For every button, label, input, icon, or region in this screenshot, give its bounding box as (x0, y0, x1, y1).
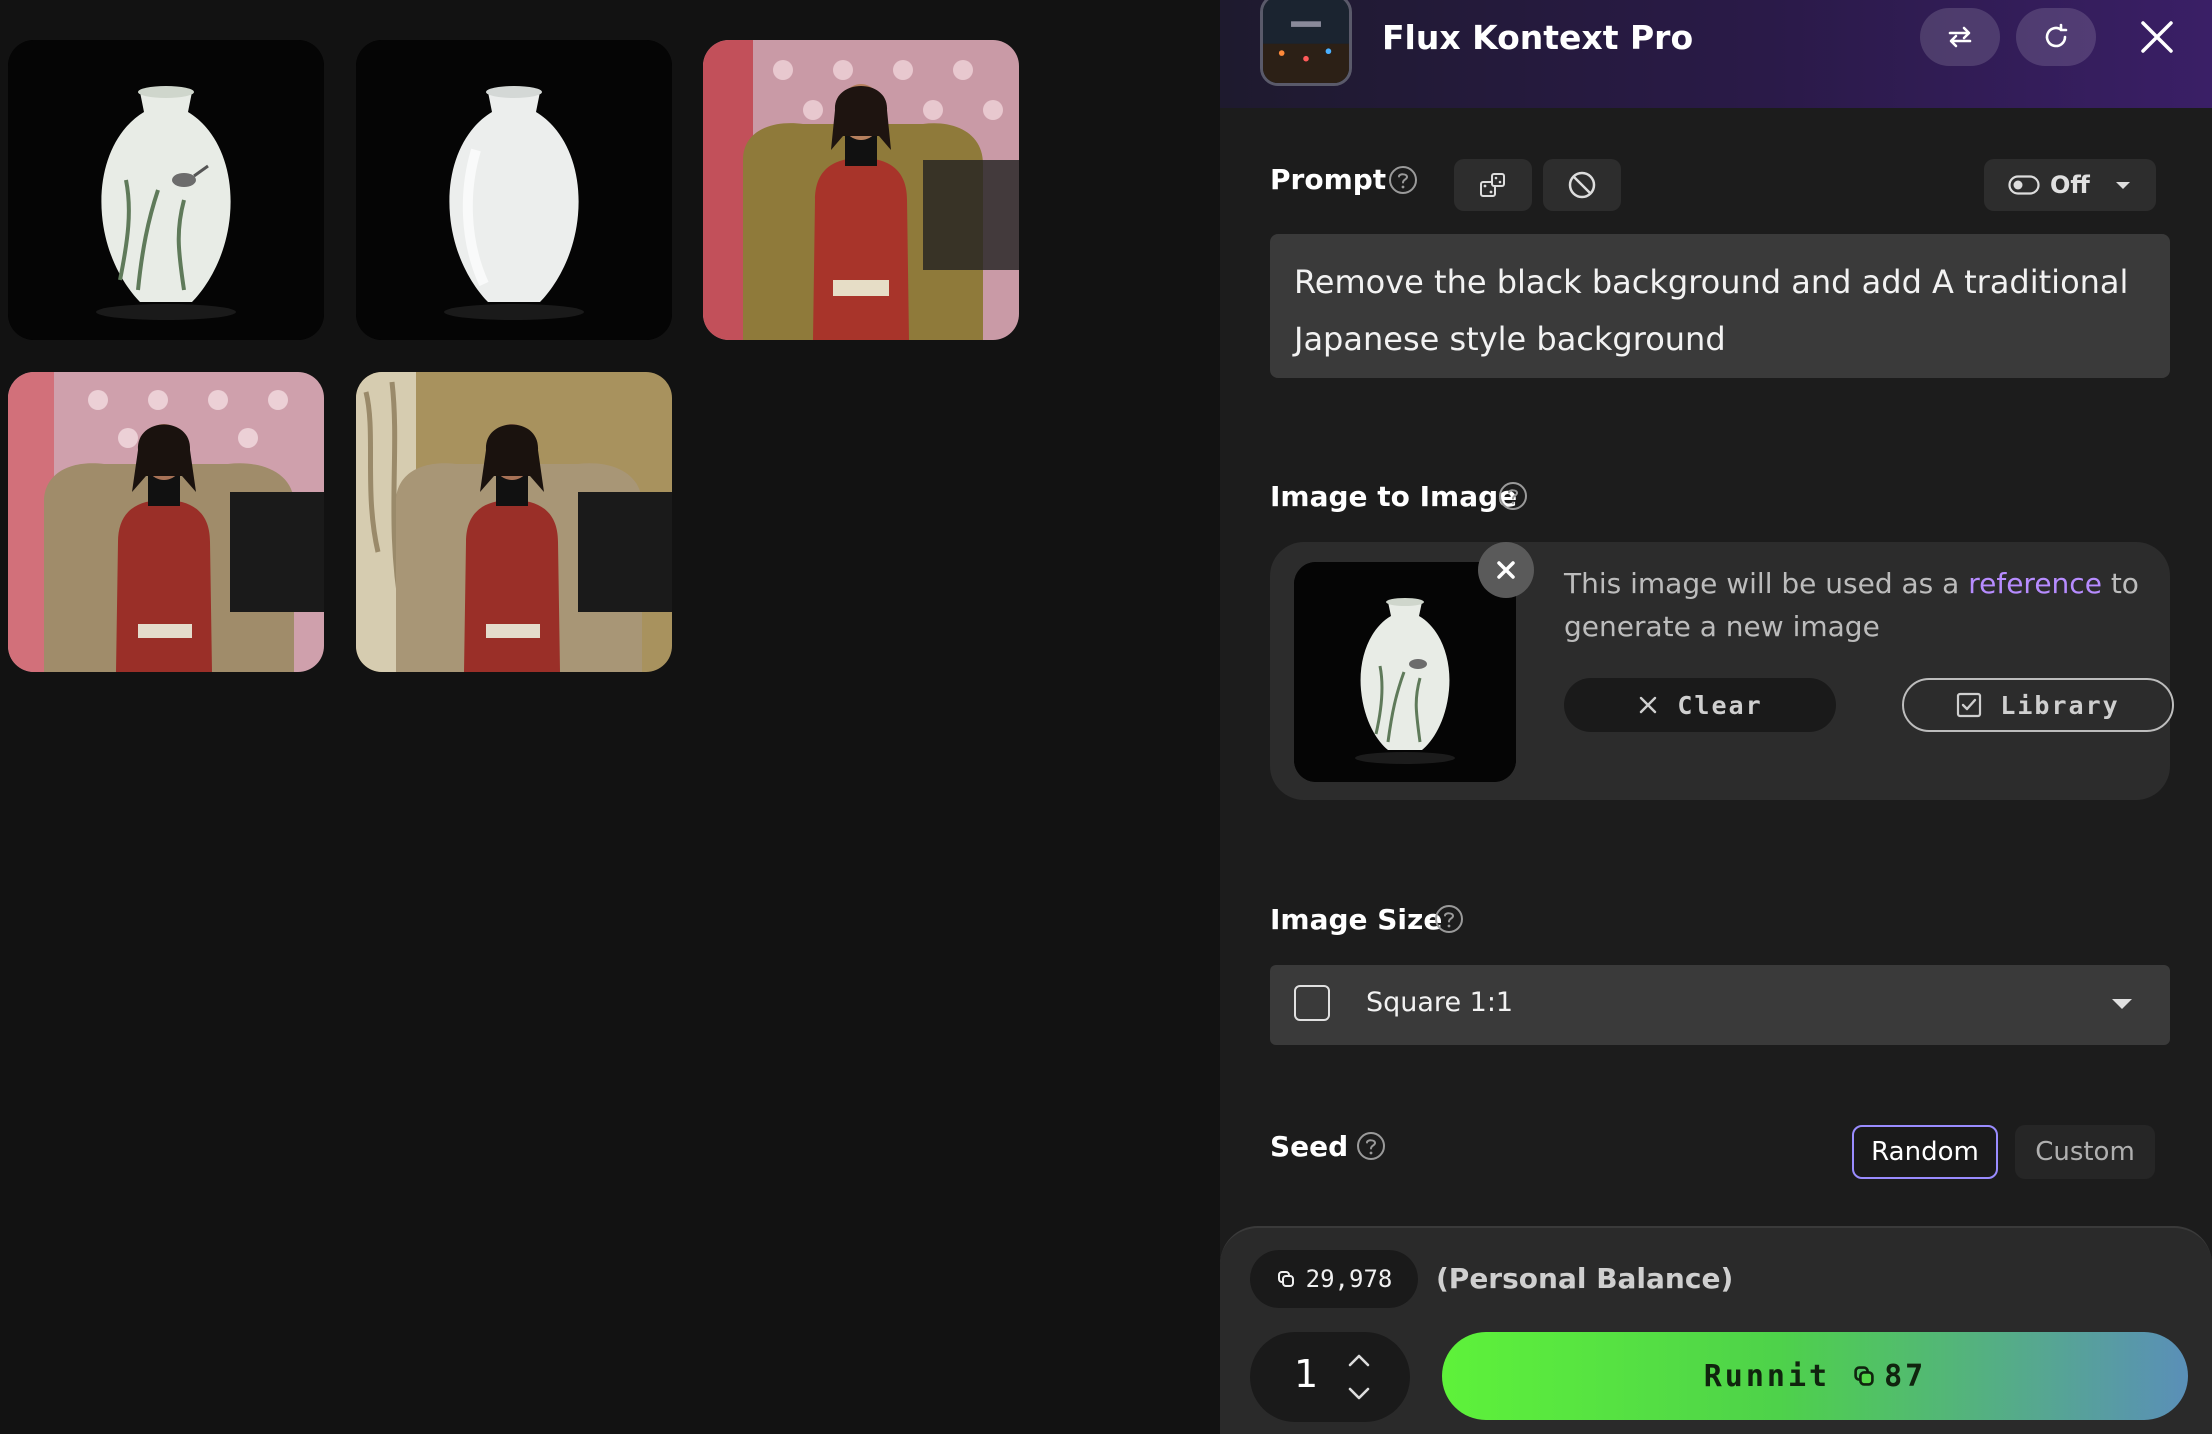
woman-photo-beige-image (356, 372, 672, 672)
close-icon (2141, 21, 2173, 53)
square-aspect-icon (1294, 985, 1330, 1021)
quantity-value: 1 (1294, 1352, 1319, 1396)
toggle-icon (2008, 175, 2040, 195)
prompt-enhance-toggle[interactable]: Off (1984, 159, 2156, 211)
balance-chip: 29,978 (1250, 1250, 1418, 1308)
run-button[interactable]: Runnit 87 (1442, 1332, 2188, 1420)
gallery-image-woman-photo-pink[interactable] (8, 372, 324, 672)
prompt-help-icon[interactable] (1388, 165, 1418, 195)
quantity-stepper[interactable]: 1 (1250, 1332, 1410, 1422)
chevron-up-icon[interactable] (1346, 1350, 1372, 1370)
balance-label: (Personal Balance) (1436, 1262, 1734, 1295)
reference-vase-image (1294, 562, 1516, 782)
image-size-help-icon[interactable] (1434, 904, 1464, 934)
image-to-image-card: This image will be used as a reference t… (1270, 542, 2174, 800)
run-cost: 87 (1852, 1359, 1926, 1394)
seed-random-button[interactable]: Random (1852, 1125, 1998, 1179)
woman-painting-image (703, 40, 1019, 340)
reset-button[interactable] (2016, 8, 2096, 66)
image-size-select[interactable]: Square 1:1 (1270, 965, 2170, 1045)
flux-logo-icon (1263, 0, 1349, 83)
prompt-label: Prompt (1270, 163, 1387, 196)
patterned-vase-image (8, 40, 324, 340)
x-icon (1640, 696, 1657, 714)
gallery-image-woman-painting[interactable] (703, 40, 1019, 340)
run-cost-value: 87 (1884, 1358, 1927, 1394)
reference-image-preview[interactable] (1294, 562, 1516, 782)
image-size-value: Square 1:1 (1366, 987, 1514, 1018)
library-button[interactable]: Library (1902, 678, 2174, 732)
refresh-icon (2045, 23, 2068, 48)
chevron-down-icon (2115, 182, 2130, 189)
seed-custom-button[interactable]: Custom (2015, 1125, 2155, 1179)
remove-reference-button[interactable] (1478, 542, 1534, 598)
gallery-image-white-vase[interactable] (356, 40, 672, 340)
close-button[interactable] (2132, 12, 2182, 62)
panel-header: Flux Kontext Pro (1220, 0, 2212, 108)
coin-icon (1854, 1366, 1874, 1386)
chevron-down-icon[interactable] (1346, 1384, 1372, 1404)
image-gallery (0, 0, 1220, 1434)
gallery-image-patterned-vase[interactable] (8, 40, 324, 340)
random-prompt-button[interactable] (1454, 159, 1532, 211)
app-title: Flux Kontext Pro (1382, 18, 1694, 57)
dice-icon (1480, 173, 1505, 197)
app-logo (1260, 0, 1352, 86)
negative-prompt-button[interactable] (1543, 159, 1621, 211)
white-vase-image (356, 40, 672, 340)
swap-button[interactable] (1920, 8, 2000, 66)
image-to-image-label: Image to Image (1270, 480, 1518, 513)
image-size-label: Image Size (1270, 903, 1443, 936)
swap-arrows-icon (1948, 26, 1972, 48)
settings-panel: Flux Kontext Pro Prompt Off Remove the b… (1220, 0, 2212, 1434)
gallery-image-woman-photo-beige[interactable] (356, 372, 672, 672)
clear-button[interactable]: Clear (1564, 678, 1836, 732)
coin-icon (1277, 1271, 1294, 1287)
close-icon (1497, 561, 1515, 579)
seed-label: Seed (1270, 1130, 1349, 1163)
image-to-image-help-icon[interactable] (1498, 481, 1528, 511)
seed-help-icon[interactable] (1356, 1131, 1386, 1161)
balance-value: 29,978 (1305, 1265, 1393, 1293)
run-label: Runnit (1703, 1358, 1831, 1394)
run-footer: 29,978 (Personal Balance) 1 Runnit 87 (1220, 1226, 2212, 1434)
woman-photo-pink-image (8, 372, 324, 672)
block-icon (1568, 171, 1596, 199)
reference-link[interactable]: reference (1968, 567, 2102, 600)
checkbox-checked-icon (1957, 692, 1982, 718)
reference-description: This image will be used as a reference t… (1564, 567, 2139, 643)
prompt-input[interactable]: Remove the black background and add A tr… (1270, 234, 2170, 378)
chevron-down-icon (2112, 999, 2132, 1009)
toggle-label: Off (2050, 171, 2090, 199)
